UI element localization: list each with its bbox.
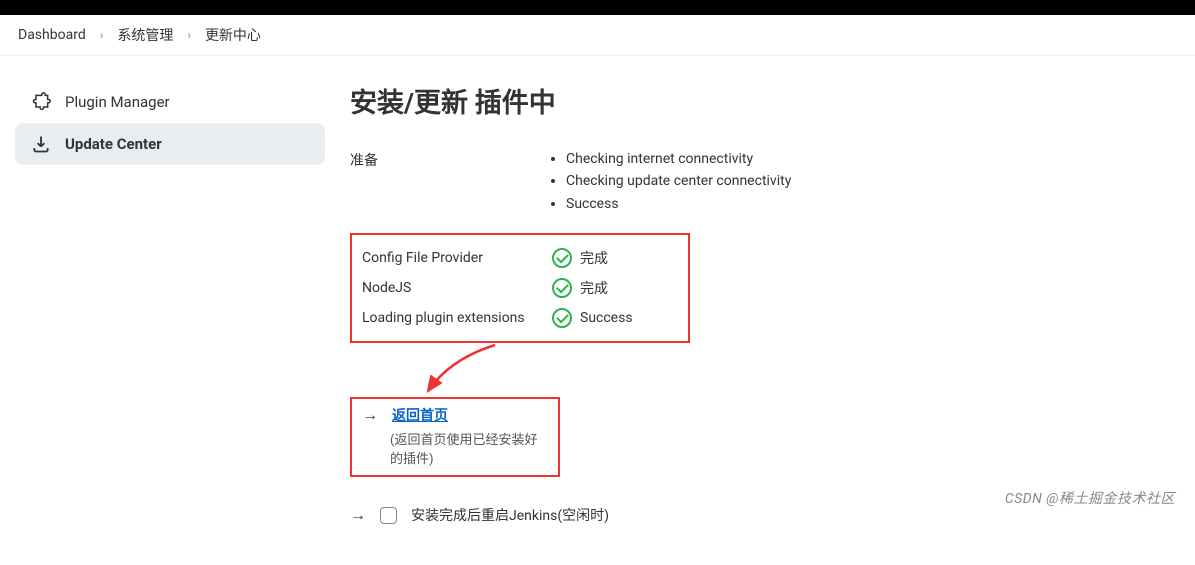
back-hint: (返回首页使用已经安装好的插件) xyxy=(390,429,548,467)
download-icon xyxy=(31,134,51,154)
plugin-name: Config File Provider xyxy=(362,250,552,266)
prepare-item: Checking update center connectivity xyxy=(566,170,791,192)
plugin-status-table: Config File Provider 完成 NodeJS 完成 Loadin… xyxy=(350,233,690,343)
chevron-right-icon: › xyxy=(187,28,191,42)
sidebar-item-label: Update Center xyxy=(65,135,162,153)
prepare-label: 准备 xyxy=(350,148,378,170)
arrow-right-icon: → xyxy=(362,405,378,425)
plugin-name: NodeJS xyxy=(362,280,552,296)
check-circle-icon xyxy=(552,308,572,328)
puzzle-icon xyxy=(31,92,51,112)
check-circle-icon xyxy=(552,248,572,268)
chevron-right-icon: › xyxy=(100,28,104,42)
plugin-status: Success xyxy=(580,310,633,326)
watermark: CSDN @稀土掘金技术社区 xyxy=(1005,488,1175,508)
annotation-arrow xyxy=(420,353,1185,397)
breadcrumb: Dashboard › 系统管理 › 更新中心 xyxy=(0,15,1195,56)
restart-option-row: → 安装完成后重启Jenkins(空闲时) xyxy=(350,505,1185,525)
back-link-box: → 返回首页 (返回首页使用已经安装好的插件) xyxy=(350,397,560,477)
sidebar-item-label: Plugin Manager xyxy=(65,93,170,111)
sidebar: Plugin Manager Update Center xyxy=(0,56,340,565)
breadcrumb-item[interactable]: 更新中心 xyxy=(205,25,261,45)
check-circle-icon xyxy=(552,278,572,298)
plugin-name: Loading plugin extensions xyxy=(362,310,552,326)
page-title: 安装/更新 插件中 xyxy=(350,81,1185,120)
sidebar-item-plugin-manager[interactable]: Plugin Manager xyxy=(15,81,325,123)
restart-label: 安装完成后重启Jenkins(空闲时) xyxy=(411,505,609,525)
prepare-item: Checking internet connectivity xyxy=(566,148,791,170)
restart-checkbox[interactable] xyxy=(380,507,397,524)
plugin-status: 完成 xyxy=(580,248,608,268)
table-row: Config File Provider 完成 xyxy=(362,243,678,273)
prepare-item: Success xyxy=(566,193,791,215)
table-row: Loading plugin extensions Success xyxy=(362,303,678,333)
plugin-status: 完成 xyxy=(580,278,608,298)
arrow-right-icon: → xyxy=(350,505,366,525)
breadcrumb-item[interactable]: Dashboard xyxy=(18,27,86,43)
breadcrumb-item[interactable]: 系统管理 xyxy=(117,25,173,45)
prepare-list: Checking internet connectivity Checking … xyxy=(548,148,791,215)
sidebar-item-update-center[interactable]: Update Center xyxy=(15,123,325,165)
table-row: NodeJS 完成 xyxy=(362,273,678,303)
back-to-home-link[interactable]: 返回首页 xyxy=(392,405,448,425)
top-header-bar xyxy=(0,0,1195,15)
